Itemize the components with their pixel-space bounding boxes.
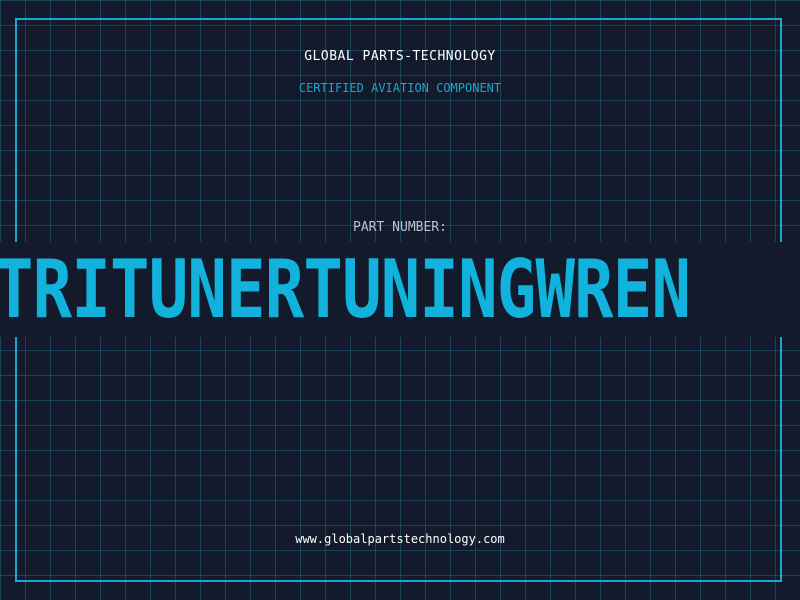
- certification-subtitle: CERTIFIED AVIATION COMPONENT: [298, 81, 502, 95]
- part-number-value-container: TRITUNERTUNINGWREN: [0, 250, 800, 330]
- website-url: www.globalpartstechnology.com: [295, 532, 505, 546]
- part-number-value: TRITUNERTUNINGWREN: [0, 250, 691, 330]
- company-title: GLOBAL PARTS-TECHNOLOGY: [304, 49, 496, 64]
- part-number-label: PART NUMBER:: [353, 220, 447, 235]
